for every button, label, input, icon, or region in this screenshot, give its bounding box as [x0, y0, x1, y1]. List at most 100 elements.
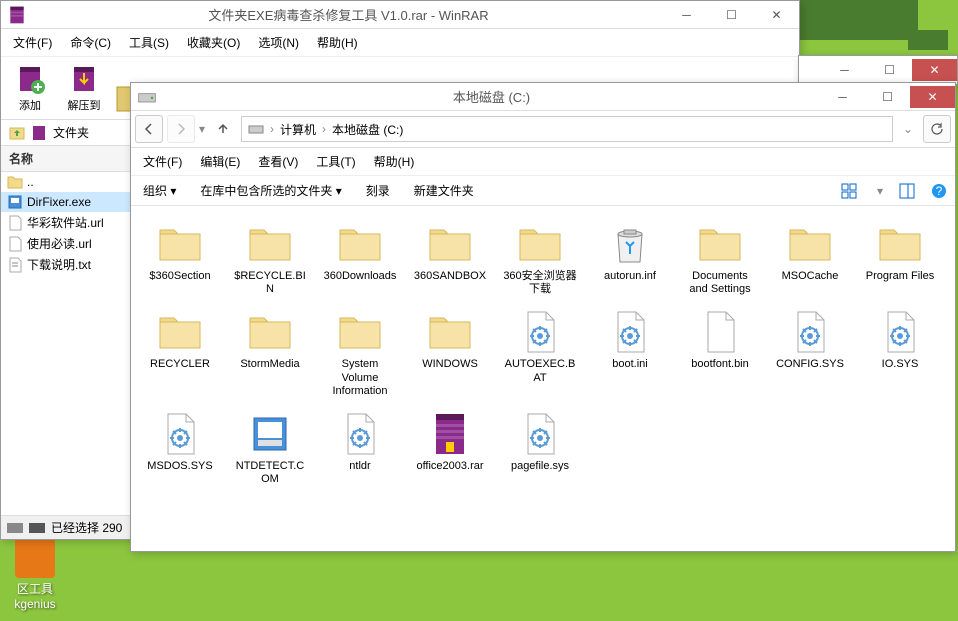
view-dropdown[interactable]: ▾: [877, 184, 883, 198]
sysfile-icon: [516, 410, 564, 458]
file-item[interactable]: IO.SYS: [861, 304, 939, 402]
file-name: DirFixer.exe: [27, 195, 91, 209]
explorer-titlebar[interactable]: 本地磁盘 (C:) ─ ☐ ✕: [131, 83, 955, 111]
menu-favorites[interactable]: 收藏夹(O): [179, 31, 248, 54]
status-icon: [7, 523, 23, 533]
cmd-include[interactable]: 在库中包含所选的文件夹 ▾: [196, 180, 345, 201]
menu-file[interactable]: 文件(F): [5, 31, 60, 54]
file-item[interactable]: MSOCache: [771, 216, 849, 300]
refresh-button[interactable]: [923, 115, 951, 143]
nav-back-button[interactable]: [135, 115, 163, 143]
file-item[interactable]: $RECYCLE.BIN: [231, 216, 309, 300]
winrar-titlebar[interactable]: 文件夹EXE病毒查杀修复工具 V1.0.rar - WinRAR ─ ☐ ✕: [1, 1, 799, 29]
view-options-icon[interactable]: [841, 183, 861, 199]
file-item[interactable]: boot.ini: [591, 304, 669, 402]
explorer-commandbar: 组织 ▾ 在库中包含所选的文件夹 ▾ 刻录 新建文件夹 ▾ ?: [131, 176, 955, 206]
close-button[interactable]: ✕: [912, 59, 957, 81]
file-item[interactable]: MSDOS.SYS: [141, 406, 219, 490]
file-item[interactable]: NTDETECT.COM: [231, 406, 309, 490]
app-icon: [246, 410, 294, 458]
help-icon[interactable]: ?: [931, 183, 947, 199]
minimize-button[interactable]: ─: [822, 59, 867, 81]
address-bar[interactable]: › 计算机 › 本地磁盘 (C:): [241, 116, 893, 142]
maximize-button[interactable]: ☐: [867, 59, 912, 81]
explorer-window: 本地磁盘 (C:) ─ ☐ ✕ ▾ › 计算机 › 本地磁盘 (C:) ⌄ 文: [130, 82, 956, 552]
crumb-drive[interactable]: 本地磁盘 (C:): [332, 121, 403, 138]
close-button[interactable]: ✕: [754, 4, 799, 26]
arrow-right-icon: [174, 122, 188, 136]
nav-history-dropdown[interactable]: ▾: [199, 122, 205, 136]
file-item[interactable]: $360Section: [141, 216, 219, 300]
file-name: 下载说明.txt: [27, 256, 91, 273]
cmd-burn[interactable]: 刻录: [362, 180, 394, 201]
add-icon: [14, 63, 46, 95]
sysfile-icon: [606, 308, 654, 356]
maximize-button[interactable]: ☐: [865, 86, 910, 108]
cmd-newfolder[interactable]: 新建文件夹: [410, 180, 478, 201]
tool-extract[interactable]: 解压到: [59, 61, 109, 115]
file-item[interactable]: 360Downloads: [321, 216, 399, 300]
file-item[interactable]: 360SANDBOX: [411, 216, 489, 300]
menu-file[interactable]: 文件(F): [135, 150, 190, 173]
file-item[interactable]: RECYCLER: [141, 304, 219, 402]
arrow-left-icon: [142, 122, 156, 136]
file-name: 使用必读.url: [27, 235, 92, 252]
nav-forward-button[interactable]: [167, 115, 195, 143]
background-window: ─ ☐ ✕: [798, 55, 958, 85]
crumb-computer[interactable]: 计算机: [280, 121, 316, 138]
menu-command[interactable]: 命令(C): [62, 31, 119, 54]
file-item[interactable]: CONFIG.SYS: [771, 304, 849, 402]
maximize-button[interactable]: ☐: [709, 4, 754, 26]
crumb-sep: ›: [270, 122, 274, 136]
sysfile-icon: [516, 308, 564, 356]
menu-options[interactable]: 选项(N): [250, 31, 307, 54]
menu-help[interactable]: 帮助(H): [366, 150, 423, 173]
explorer-navbar: ▾ › 计算机 › 本地磁盘 (C:) ⌄: [131, 111, 955, 148]
item-label: 360SANDBOX: [414, 270, 486, 283]
preview-pane-icon[interactable]: [899, 183, 915, 199]
file-item[interactable]: Program Files: [861, 216, 939, 300]
file-item[interactable]: WINDOWS: [411, 304, 489, 402]
minimize-button[interactable]: ─: [664, 4, 709, 26]
minimize-button[interactable]: ─: [820, 86, 865, 108]
menu-view[interactable]: 查看(V): [250, 150, 306, 173]
menu-tools[interactable]: 工具(S): [121, 31, 177, 54]
file-item[interactable]: bootfont.bin: [681, 304, 759, 402]
tool-add[interactable]: 添加: [5, 61, 55, 115]
explorer-content[interactable]: $360Section $RECYCLE.BIN 360Downloads 360SA…: [131, 206, 955, 551]
file-item[interactable]: System Volume Information: [321, 304, 399, 402]
file-item[interactable]: StormMedia: [231, 304, 309, 402]
desktop-decoration: [908, 30, 948, 50]
folder-icon: [246, 308, 294, 356]
address-dropdown[interactable]: ⌄: [897, 122, 919, 136]
folder-icon: [426, 220, 474, 268]
file-item[interactable]: office2003.rar: [411, 406, 489, 490]
explorer-menubar: 文件(F) 编辑(E) 查看(V) 工具(T) 帮助(H): [131, 148, 955, 176]
desktop-shortcut[interactable]: 区工具 kgenius: [0, 538, 70, 611]
menu-tools[interactable]: 工具(T): [308, 150, 363, 173]
close-button[interactable]: ✕: [910, 86, 955, 108]
url-icon: [7, 236, 23, 252]
status-icon: [29, 523, 45, 533]
up-icon[interactable]: [9, 125, 25, 141]
file-item[interactable]: pagefile.sys: [501, 406, 579, 490]
item-label: AUTOEXEC.BAT: [503, 358, 577, 384]
folder-icon: [696, 220, 744, 268]
file-item[interactable]: AUTOEXEC.BAT: [501, 304, 579, 402]
file-item[interactable]: ntldr: [321, 406, 399, 490]
nav-up-button[interactable]: [209, 115, 237, 143]
status-text: 已经选择 290: [51, 519, 122, 536]
menu-edit[interactable]: 编辑(E): [192, 150, 248, 173]
folder-icon: [786, 220, 834, 268]
menu-help[interactable]: 帮助(H): [309, 31, 366, 54]
file-name: 华彩软件站.url: [27, 214, 104, 231]
item-label: MSDOS.SYS: [147, 460, 212, 473]
item-label: $RECYCLE.BIN: [233, 270, 307, 296]
refresh-icon: [930, 122, 944, 136]
cmd-organize[interactable]: 组织 ▾: [139, 180, 180, 201]
file-item[interactable]: 360安全浏览器下载: [501, 216, 579, 300]
file-item[interactable]: autorun.inf: [591, 216, 669, 300]
url-icon: [7, 215, 23, 231]
file-item[interactable]: Documents and Settings: [681, 216, 759, 300]
item-label: IO.SYS: [882, 358, 919, 371]
